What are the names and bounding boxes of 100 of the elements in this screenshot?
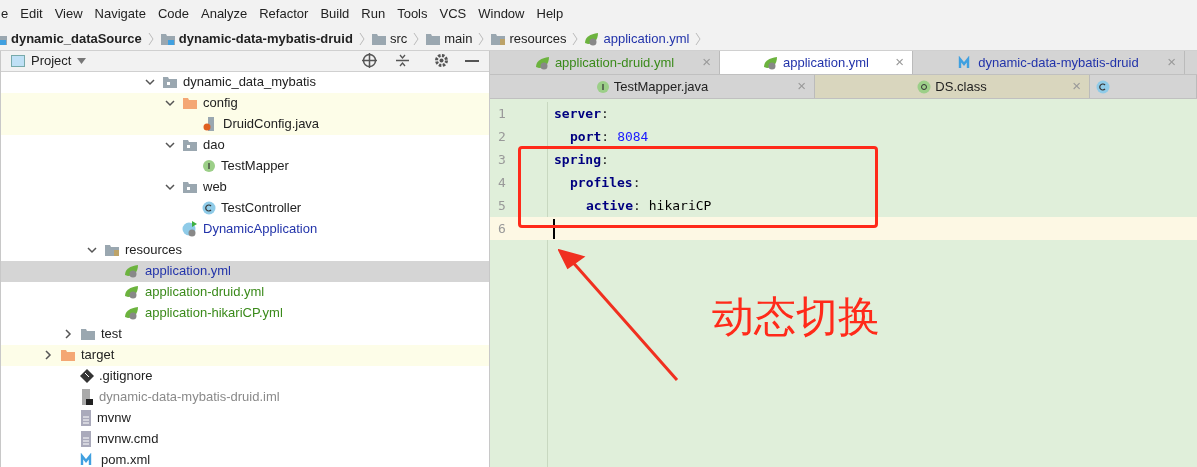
folder-icon [60,348,76,362]
tree-item-label: .gitignore [99,367,153,386]
collapse-icon[interactable] [395,53,410,69]
package-folder-icon [182,180,198,194]
tree-item-label: DynamicApplication [203,220,318,239]
chevron-right-icon [695,31,702,46]
text-cursor [553,218,555,239]
tree-row[interactable]: test [1,323,489,345]
colon: : [600,104,609,123]
tree-item-label: application-hikariCP.yml [145,304,283,323]
tree-row[interactable]: config [1,92,489,114]
git-icon [80,369,94,383]
tree-row[interactable]: DruidConfig.java [1,113,489,135]
tree-item-label: dynamic_data_mybatis [183,73,316,92]
menu-item[interactable]: Analyze [201,3,248,24]
line-number: 6 [498,219,506,238]
leaf-file-icon [763,55,779,70]
tree-row[interactable]: application-druid.yml [1,281,489,303]
yaml-key: profiles [570,172,633,193]
editor-tab[interactable]: application.yml × [720,51,913,74]
breadcrumb-item[interactable]: resources [509,28,567,49]
chevron-down-icon[interactable] [87,245,97,255]
colon: : [601,127,610,146]
menu-item[interactable]: e [1,3,9,24]
tree-item-label: TestMapper [221,157,289,176]
tree-item-label: config [203,94,238,113]
tree-row[interactable]: mvnw [1,407,489,429]
chevron-down-icon[interactable] [165,140,175,150]
menu-item[interactable]: VCS [439,3,467,24]
menu-item[interactable]: Build [320,3,350,24]
menu-item[interactable]: Tools [397,3,428,24]
tree-row[interactable]: resources [1,239,489,261]
chevron-down-icon[interactable] [165,182,175,192]
tree-item-label: pom.xml [101,451,151,467]
tree-row[interactable]: TestMapper [1,155,489,177]
leaf-file-icon [534,55,551,70]
menu-item[interactable]: Window [478,3,525,24]
panel-title[interactable]: Project [31,51,72,71]
tree-row[interactable]: application.yml [1,260,489,282]
menu-item[interactable]: Run [361,3,386,24]
tree-item-label: dao [203,136,225,155]
crosshair-icon[interactable] [362,53,377,69]
tree-item-label: dynamic-data-mybatis-druid.iml [99,388,280,407]
settings-icon[interactable] [434,53,449,69]
resources-folder-icon [104,243,120,257]
leaf-file-icon [124,306,140,320]
tree-item-label: web [203,178,227,197]
text-file-icon [80,431,92,447]
leaf-file-icon [124,285,140,299]
breadcrumb-item[interactable]: dynamic-data-mybatis-druid [178,28,353,49]
menu-item[interactable]: Refactor [259,3,309,24]
tree-row[interactable]: application-hikariCP.yml [1,302,489,324]
breadcrumb-item[interactable]: main [444,28,473,49]
chevron-down-icon[interactable] [145,77,155,87]
tree-row[interactable]: TestController [1,197,489,219]
tree-item-label: target [81,346,115,365]
tree-row[interactable]: pom.xml [1,449,489,467]
text-file-icon [80,410,92,426]
menu-item[interactable]: Navigate [94,3,146,24]
tree-row[interactable]: .gitignore [1,365,489,387]
chevron-right-icon[interactable] [43,350,53,360]
colon: : [600,150,609,169]
menu-item[interactable]: Code [157,3,189,24]
tree-row[interactable]: target [1,344,489,366]
tree-row[interactable]: DynamicApplication [1,218,489,240]
package-folder-icon [182,138,198,152]
yaml-key: spring [554,149,601,170]
tree-row[interactable]: mvnw.cmd [1,428,489,450]
line-number: 3 [498,150,506,169]
menu-item[interactable]: Help [536,3,564,24]
leaf-file-icon [124,264,140,278]
interface-icon [595,79,610,94]
tree-item-label: application.yml [145,262,231,281]
breadcrumb-item[interactable]: src [389,28,408,49]
breadcrumb-item[interactable]: application.yml [603,28,690,49]
editor-tab[interactable]: DS.class × [815,75,1090,98]
menu-item[interactable]: View [54,3,83,24]
breadcrumb-item[interactable]: dynamic_dataSource [11,28,142,49]
yaml-key: port [570,126,602,147]
line-number: 4 [498,173,506,192]
yaml-key: active [586,195,633,216]
chevron-right-icon [413,31,420,46]
dropdown-arrow-icon[interactable] [77,57,87,64]
chevron-right-icon [478,31,485,46]
package-folder-icon [162,75,178,89]
tree-row[interactable]: dynamic_data_mybatis [1,71,489,93]
menu-item[interactable]: Edit [20,3,43,24]
chevron-right-icon[interactable] [63,329,73,339]
annotation-icon [917,79,932,94]
tree-item-label: application-druid.yml [145,283,265,302]
spring-class-icon [182,221,198,237]
tree-row[interactable]: dao [1,134,489,156]
tree-row[interactable]: dynamic-data-mybatis-druid.iml [1,386,489,408]
chevron-right-icon [358,31,365,46]
tree-item-label: TestController [221,199,302,218]
annotation-text: 动态切换 [712,291,880,343]
chevron-down-icon[interactable] [165,98,175,108]
chevron-right-icon [572,31,579,46]
tree-row[interactable]: web [1,176,489,198]
folder-icon [80,327,96,341]
